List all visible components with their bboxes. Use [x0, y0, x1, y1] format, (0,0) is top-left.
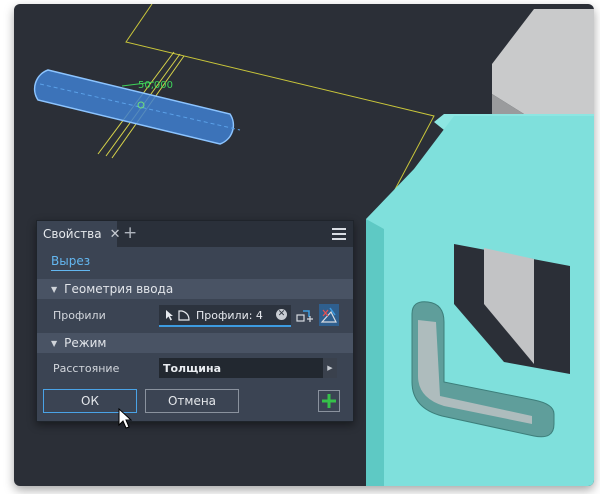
slot-profile	[33, 69, 235, 145]
subtab-cut[interactable]: Вырез	[51, 254, 91, 271]
section-input-geometry[interactable]: ▼ Геометрия ввода	[37, 279, 353, 299]
distance-value: Толщина	[163, 361, 222, 375]
profiles-value: Профили: 4	[196, 308, 263, 322]
section-mode-label: Режим	[64, 336, 107, 350]
filter-tool-icon	[320, 307, 337, 323]
dropdown-arrow-icon: ▶	[323, 358, 337, 378]
select-cursor-icon	[166, 310, 173, 321]
sketch-tool-icon	[296, 310, 313, 322]
cancel-button[interactable]: Отмена	[145, 389, 239, 413]
panel-tabbar: Свойства ✕ +	[37, 221, 353, 247]
properties-panel: Свойства ✕ + Вырез ▼ Геометрия ввода Про…	[36, 220, 354, 422]
dimension-label: 50,000	[138, 80, 173, 91]
hamburger-menu-icon[interactable]	[332, 228, 346, 240]
plus-icon[interactable]: +	[123, 223, 137, 243]
tab-properties-label: Свойства	[43, 227, 102, 241]
add-button[interactable]	[318, 390, 340, 412]
distance-dropdown[interactable]: Толщина ▶	[159, 358, 337, 378]
sheet-metal-edge	[366, 219, 384, 486]
profile-shape-icon	[178, 310, 190, 321]
clear-icon[interactable]: ✕	[276, 309, 287, 320]
mouse-pointer-icon	[118, 408, 133, 429]
collapse-triangle-icon: ▼	[51, 284, 58, 294]
add-plus-icon	[322, 394, 336, 408]
section-mode[interactable]: ▼ Режим	[37, 333, 353, 353]
close-icon[interactable]: ✕	[110, 227, 121, 242]
sketch-tool-button[interactable]	[295, 304, 315, 326]
filter-tool-button[interactable]	[319, 304, 339, 326]
profiles-label: Профили	[53, 309, 106, 322]
section-input-geometry-label: Геометрия ввода	[64, 282, 174, 296]
profiles-selector[interactable]: Профили: 4 ✕	[159, 305, 291, 327]
tab-properties[interactable]: Свойства ✕	[37, 221, 121, 247]
collapse-triangle-icon: ▼	[51, 338, 58, 348]
back-wall-grey	[492, 9, 594, 114]
distance-label: Расстояние	[53, 362, 120, 375]
